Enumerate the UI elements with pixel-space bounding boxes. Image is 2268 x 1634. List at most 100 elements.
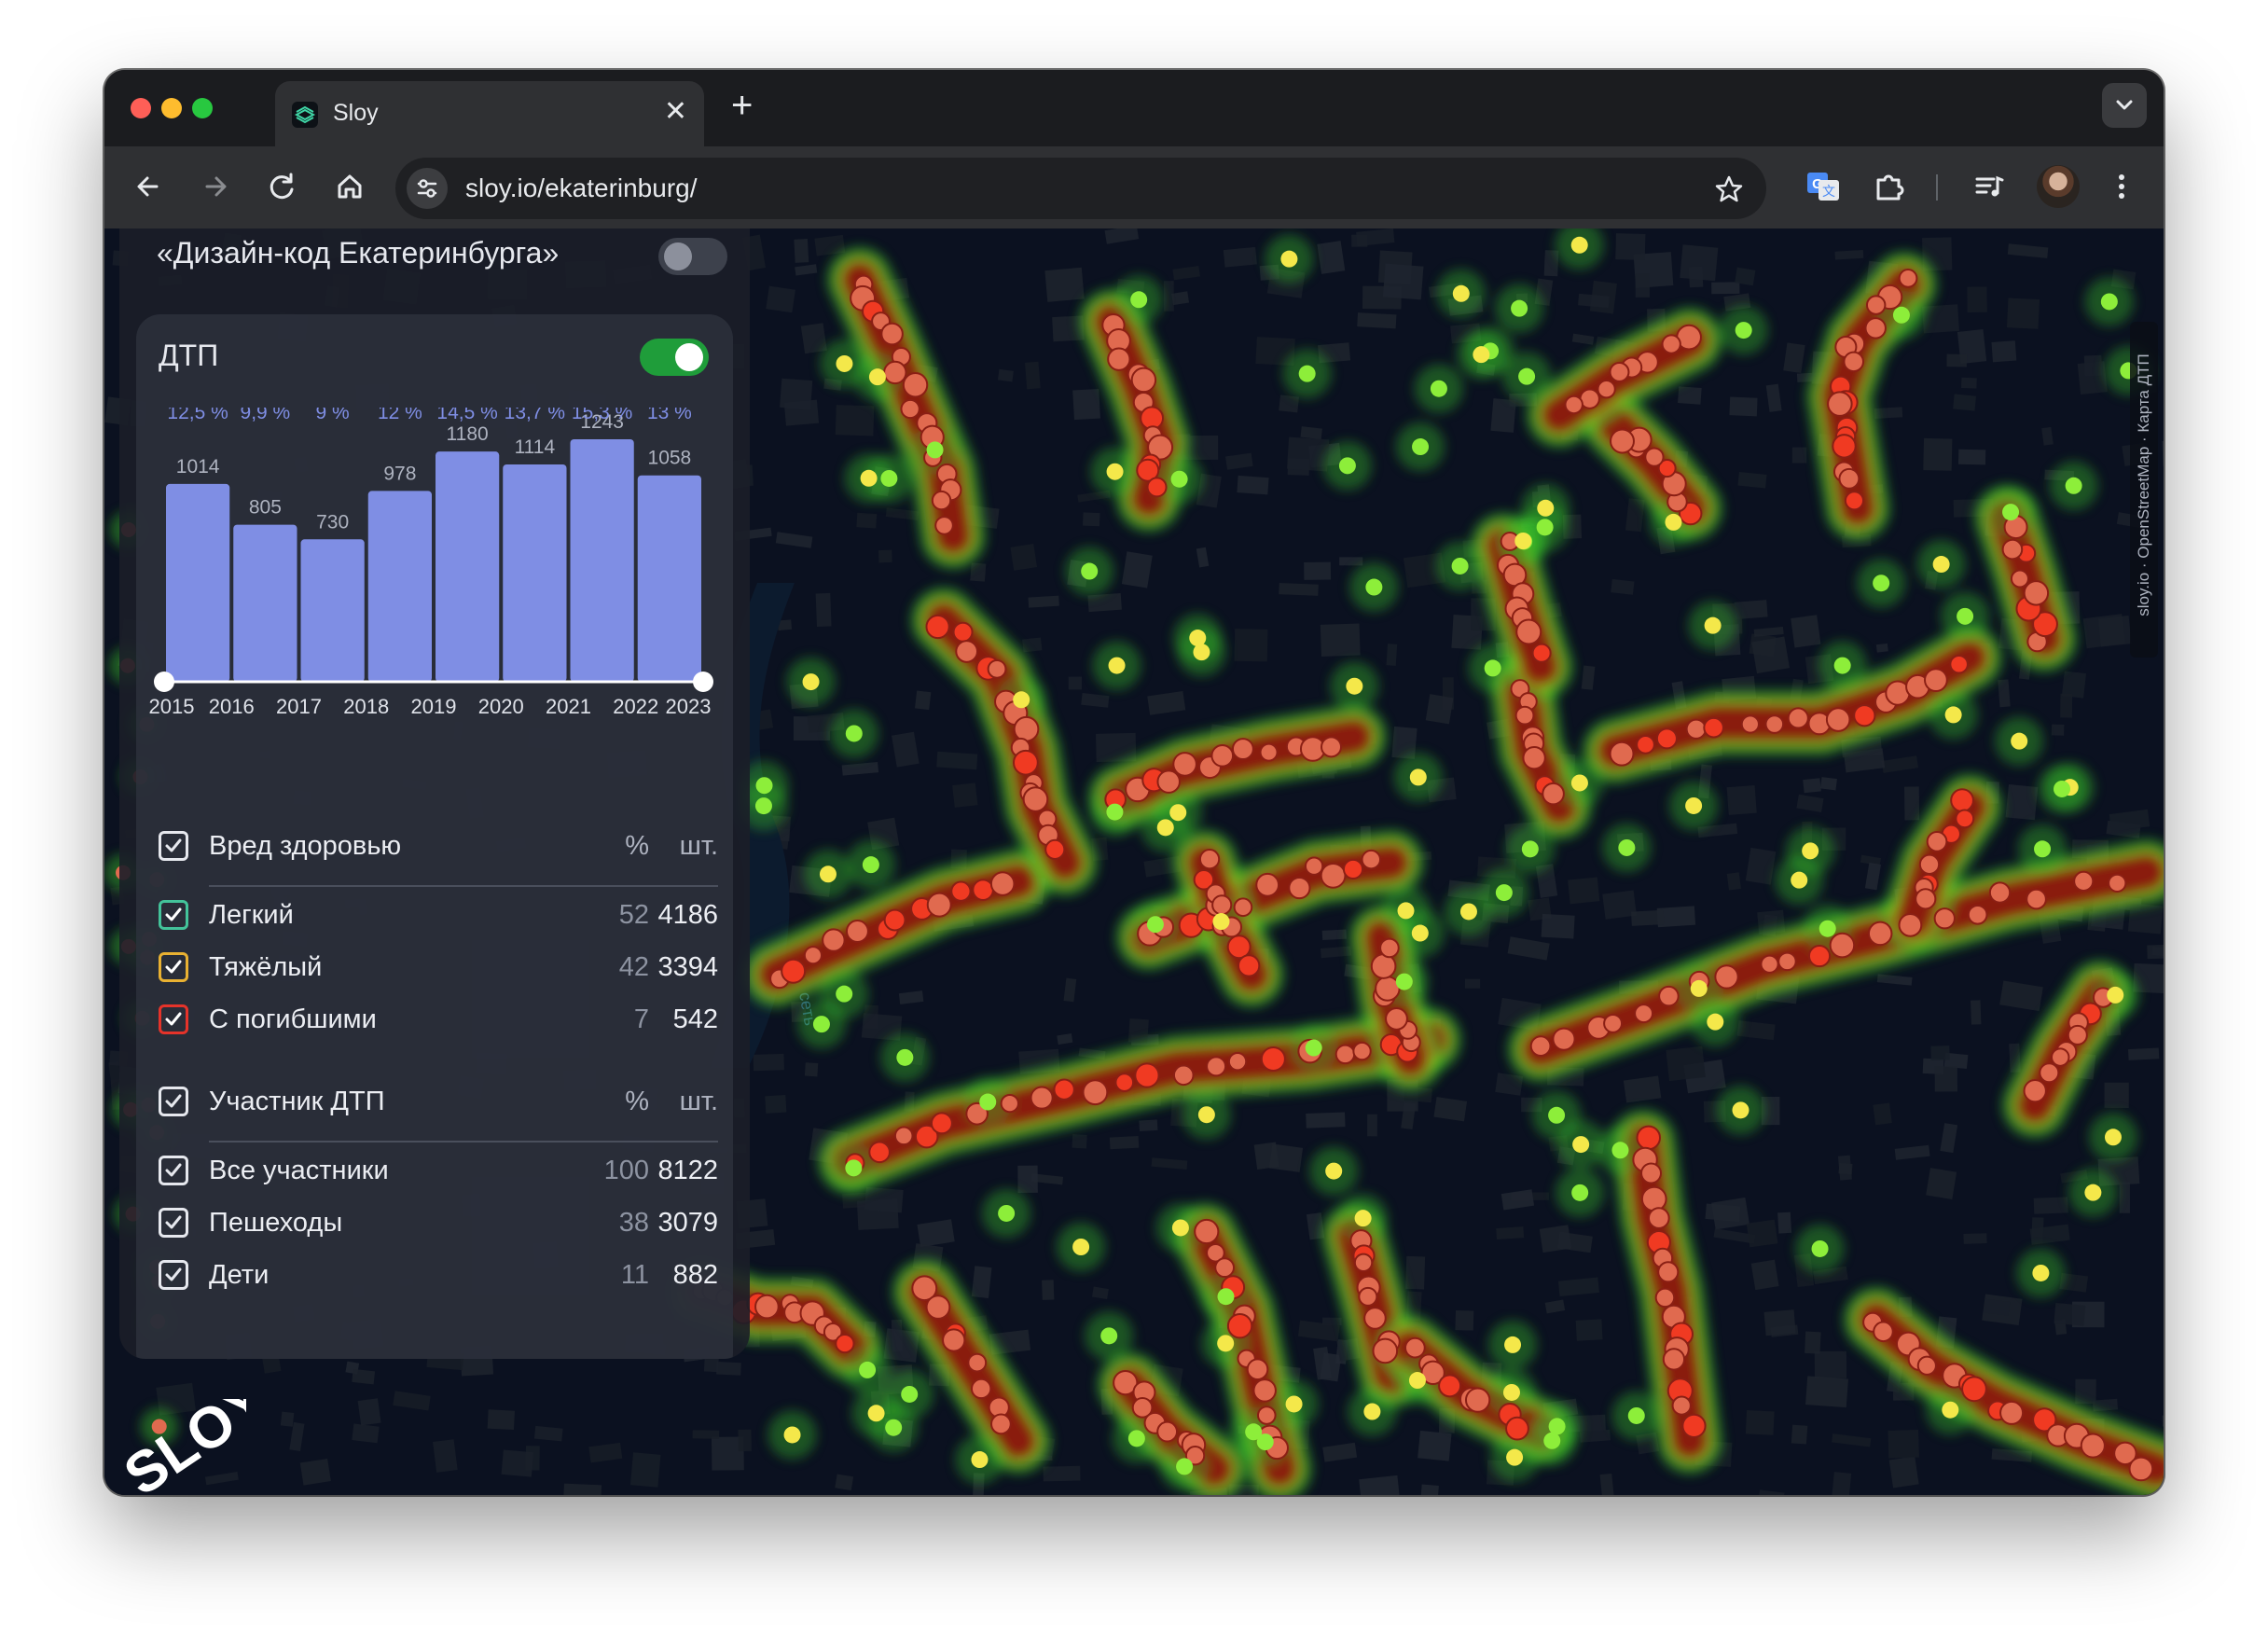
svg-text:文: 文 xyxy=(1822,184,1835,199)
pedestrians-label: Пешеходы xyxy=(209,1208,343,1238)
reload-icon[interactable] xyxy=(261,165,304,208)
star-icon[interactable] xyxy=(1714,174,1744,209)
participants-header-row[interactable]: Участник ДТП % шт. xyxy=(136,1081,733,1126)
harm-light-pct: 52 xyxy=(618,900,649,930)
participants-all-rows-checkbox[interactable] xyxy=(159,1156,188,1185)
dtp-layer-toggle[interactable] xyxy=(640,339,709,376)
harm-light-checkbox[interactable] xyxy=(159,900,188,930)
harm-severe-pct: 42 xyxy=(618,952,649,982)
harm-all-checkbox[interactable] xyxy=(159,831,188,861)
participants-row-children[interactable]: Дети 11 882 xyxy=(136,1254,733,1299)
close-window-button[interactable] xyxy=(131,98,151,118)
harm-header-label: Вред здоровью xyxy=(209,831,402,861)
chart-bar-2021[interactable] xyxy=(570,439,634,682)
participants-all-count: 8122 xyxy=(657,1156,718,1185)
browser-toolbar: sloy.io/ekaterinburg/ G文 xyxy=(104,146,2164,228)
harm-header-row[interactable]: Вред здоровью % шт. xyxy=(136,825,733,870)
chart-bar-2016[interactable] xyxy=(233,524,297,682)
translate-icon[interactable]: G文 xyxy=(1802,165,1845,208)
chart-bar-2017[interactable] xyxy=(300,539,365,682)
site-info-icon[interactable] xyxy=(407,168,448,209)
chart-bar-2015[interactable] xyxy=(166,483,230,682)
chart-bar-2018[interactable] xyxy=(367,491,432,682)
chart-value-label: 1014 xyxy=(176,456,220,478)
chart-year-tick: 2021 xyxy=(546,695,591,718)
layer-design-code-toggle[interactable] xyxy=(658,238,727,275)
chart-value-label: 1058 xyxy=(648,448,692,469)
year-bar-chart[interactable]: 10148057309781180111412431058 12,5 % 9,9 … xyxy=(136,408,733,762)
layer-design-code-title: «Дизайн-код Екатеринбурга» xyxy=(157,236,560,270)
svg-text:SLOY: SLOY xyxy=(116,1399,246,1492)
forward-icon[interactable] xyxy=(194,165,237,208)
children-checkbox[interactable] xyxy=(159,1260,188,1290)
chart-share-label: 12 % xyxy=(378,408,422,423)
toolbar-divider xyxy=(1936,174,1938,201)
range-start-handle[interactable] xyxy=(154,672,174,692)
minimize-window-button[interactable] xyxy=(161,98,182,118)
harm-severe-label: Тяжёлый xyxy=(209,952,323,982)
harm-row-fatal[interactable]: С погибшими 7 542 xyxy=(136,999,733,1044)
pedestrians-pct: 38 xyxy=(618,1208,649,1238)
harm-row-light[interactable]: Легкий 52 4186 xyxy=(136,894,733,939)
chart-share-label: 14,5 % xyxy=(436,408,497,423)
layers-panel: «Дизайн-код Екатеринбурга» ДТП 1014 805 73… xyxy=(119,228,750,1359)
map-viewport[interactable]: сеть sloy.io · OpenStreetMap · Карта ДТП… xyxy=(104,228,2164,1495)
chart-share-label: 13,7 % xyxy=(505,408,565,423)
chart-bar-2019[interactable] xyxy=(436,451,500,682)
home-icon[interactable] xyxy=(328,165,371,208)
participants-header-cnt: шт. xyxy=(679,1087,718,1116)
menu-icon[interactable] xyxy=(2100,165,2143,208)
harm-severe-count: 3394 xyxy=(657,952,718,982)
extensions-icon[interactable] xyxy=(1867,165,1910,208)
participants-all-checkbox[interactable] xyxy=(159,1087,188,1116)
chart-year-tick: 2020 xyxy=(478,695,524,718)
profile-avatar[interactable] xyxy=(2037,165,2080,208)
address-bar[interactable]: sloy.io/ekaterinburg/ xyxy=(395,158,1766,219)
dtp-layer-card: ДТП 1014 805 730 978 1180 1114 1243 1058 12,5 %… xyxy=(136,314,733,1359)
participants-all-label: Все участники xyxy=(209,1156,389,1185)
participants-divider xyxy=(209,1141,718,1142)
harm-divider xyxy=(209,885,718,887)
children-label: Дети xyxy=(209,1260,270,1290)
participants-row-all[interactable]: Все участники 100 8122 xyxy=(136,1150,733,1195)
new-tab-button[interactable]: + xyxy=(731,87,753,124)
chart-year-tick: 2023 xyxy=(666,695,712,718)
harm-fatal-pct: 7 xyxy=(633,1004,649,1034)
chart-share-label: 12,5 % xyxy=(167,408,228,423)
sloy-logo[interactable]: SLOY xyxy=(113,1367,280,1495)
harm-fatal-count: 542 xyxy=(672,1004,718,1034)
chart-value-label: 1180 xyxy=(447,423,489,445)
harm-row-severe[interactable]: Тяжёлый 42 3394 xyxy=(136,947,733,991)
chart-share-label: 9,9 % xyxy=(241,408,291,423)
harm-fatal-label: С погибшими xyxy=(209,1004,377,1034)
zoom-window-button[interactable] xyxy=(192,98,213,118)
url-text: sloy.io/ekaterinburg/ xyxy=(465,173,698,202)
range-end-handle[interactable] xyxy=(693,672,713,692)
back-icon[interactable] xyxy=(127,165,170,208)
chart-year-tick: 2016 xyxy=(209,695,255,718)
chart-value-label: 730 xyxy=(316,511,349,533)
dtp-layer-title: ДТП xyxy=(159,339,219,372)
chart-value-label: 1114 xyxy=(515,436,556,458)
chart-share-label: 13 % xyxy=(647,408,692,423)
tab-sloy[interactable]: Sloy ✕ xyxy=(275,81,704,148)
close-tab-icon[interactable]: ✕ xyxy=(664,96,687,128)
map-attribution[interactable]: sloy.io · OpenStreetMap · Карта ДТП xyxy=(2130,322,2158,658)
participants-all-pct: 100 xyxy=(603,1156,649,1185)
chart-bar-2022[interactable] xyxy=(637,475,701,682)
chart-bar-2020[interactable] xyxy=(503,464,567,682)
chart-year-tick: 2017 xyxy=(276,695,322,718)
harm-fatal-checkbox[interactable] xyxy=(159,1004,188,1034)
chart-year-tick: 2015 xyxy=(149,695,195,718)
tab-title: Sloy xyxy=(333,100,379,126)
tab-strip: Sloy ✕ + xyxy=(104,70,2164,148)
tab-list-icon[interactable] xyxy=(2102,83,2147,128)
children-pct: 11 xyxy=(620,1260,649,1290)
pedestrians-checkbox[interactable] xyxy=(159,1208,188,1238)
children-count: 882 xyxy=(672,1260,718,1290)
media-icon[interactable] xyxy=(1968,165,2011,208)
participants-row-pedestrians[interactable]: Пешеходы 38 3079 xyxy=(136,1202,733,1247)
participants-header-pct: % xyxy=(625,1087,649,1116)
harm-severe-checkbox[interactable] xyxy=(159,952,188,982)
participants-header-label: Участник ДТП xyxy=(209,1087,385,1116)
